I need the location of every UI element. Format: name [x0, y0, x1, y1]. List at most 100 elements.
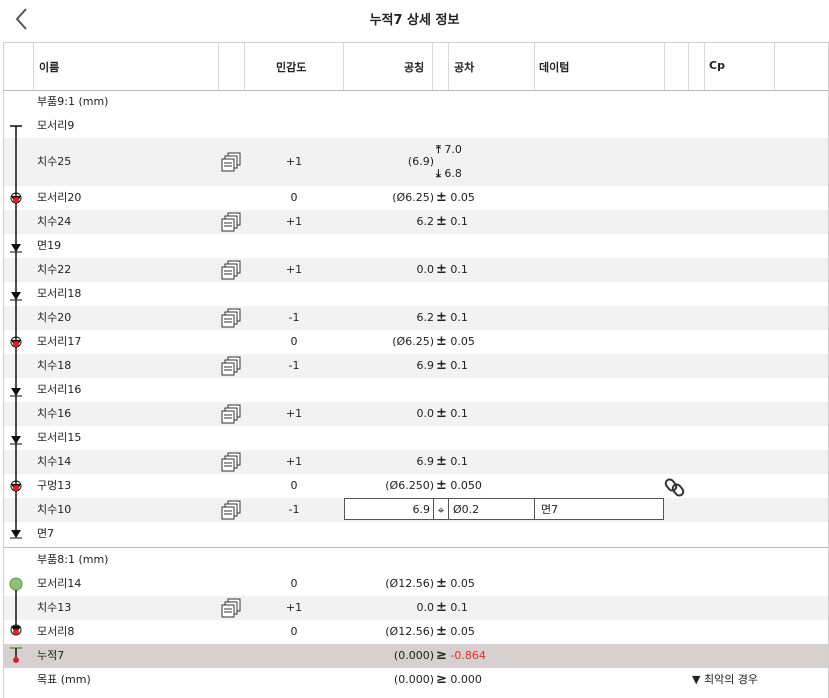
- table-row[interactable]: 치수22 +1 0.0 ± 0.1: [4, 258, 828, 282]
- table-row[interactable]: 구멍13 0 (Ø6.250) ± 0.050: [4, 474, 828, 498]
- row-name: 누적7: [37, 649, 65, 662]
- row-sensitivity: -1: [288, 503, 300, 516]
- column-header-sensitivity[interactable]: 민감도: [276, 59, 306, 75]
- table-row[interactable]: 모서리20 0 (Ø6.25) ± 0.05: [4, 186, 828, 210]
- row-sensitivity: +1: [285, 215, 303, 228]
- copy-pages-icon[interactable]: [220, 260, 242, 280]
- stack-chain-graphic: [9, 577, 23, 663]
- table-row[interactable]: 치수16 +1 0.0 ± 0.1: [4, 402, 828, 426]
- row-name: 모서리15: [37, 431, 82, 444]
- upper-limit: ⤒ 7.0: [436, 143, 462, 156]
- row-sensitivity: 0: [290, 335, 298, 348]
- row-nominal: (Ø6.25): [392, 191, 434, 204]
- row-name: 구멍13: [37, 479, 72, 492]
- table-row[interactable]: 모서리17 0 (Ø6.25) ± 0.05: [4, 330, 828, 354]
- row-tolerance: ± 0.1: [436, 454, 468, 469]
- row-name: 목표 (mm): [37, 673, 91, 686]
- row-sensitivity: 0: [290, 577, 298, 590]
- copy-pages-icon[interactable]: [220, 356, 242, 376]
- row-sensitivity: +1: [285, 407, 303, 420]
- row-name: 치수22: [37, 263, 72, 276]
- table-row[interactable]: 모서리15: [4, 426, 828, 450]
- row-sensitivity: 0: [290, 191, 298, 204]
- row-sensitivity: +1: [285, 455, 303, 468]
- chain-link-icon[interactable]: [664, 476, 686, 498]
- row-name: 모서리9: [37, 119, 75, 132]
- copy-pages-icon[interactable]: [220, 452, 242, 472]
- row-nominal: (0.000): [393, 673, 434, 686]
- datum-field[interactable]: 면7: [534, 498, 664, 520]
- part-label: 부품8:1 (mm): [37, 553, 109, 566]
- row-name: 모서리18: [37, 287, 82, 300]
- row-sensitivity: +1: [285, 263, 303, 276]
- row-nominal: (6.9): [407, 155, 434, 168]
- row-name: 치수10: [37, 503, 72, 516]
- row-nominal: 0.0: [416, 601, 435, 614]
- table-row[interactable]: 면19: [4, 234, 828, 258]
- worst-case-dropdown[interactable]: ▼ 최악의 경우: [692, 668, 758, 692]
- row-tolerance: ± 0.050: [436, 478, 482, 493]
- row-sensitivity: 0: [290, 479, 298, 492]
- table-row[interactable]: 치수10 -1 6.9 ⌖ Ø0.2 면7: [4, 498, 828, 522]
- table-row[interactable]: 치수14 +1 6.9 ± 0.1: [4, 450, 828, 474]
- row-tolerance: ± 0.1: [436, 262, 468, 277]
- page-title: 누적7 상세 정보: [369, 13, 460, 28]
- table-row[interactable]: 치수20 -1 6.2 ± 0.1: [4, 306, 828, 330]
- table-row[interactable]: 모서리14 0 (Ø12.56) ± 0.05: [4, 572, 828, 596]
- copy-pages-icon[interactable]: [220, 152, 242, 172]
- row-sensitivity: +1: [285, 601, 303, 614]
- row-nominal: (Ø6.250): [385, 479, 434, 492]
- target-row[interactable]: 목표 (mm) (0.000) ≥ 0.000 ▼ 최악의 경우: [4, 668, 828, 692]
- row-nominal: 6.9: [416, 455, 435, 468]
- row-name: 치수25: [37, 155, 72, 168]
- copy-pages-icon[interactable]: [220, 500, 242, 520]
- row-name: 치수13: [37, 601, 72, 614]
- column-header-name[interactable]: 이름: [39, 59, 59, 75]
- row-name: 치수24: [37, 215, 72, 228]
- row-name: 치수16: [37, 407, 72, 420]
- column-header-nominal[interactable]: 공칭: [404, 59, 424, 75]
- copy-pages-icon[interactable]: [220, 212, 242, 232]
- row-tolerance: ± 0.1: [436, 310, 468, 325]
- row-nominal: (0.000): [393, 649, 434, 662]
- table-row[interactable]: 면7: [4, 522, 828, 546]
- row-nominal: 0.0: [416, 407, 435, 420]
- detail-table: 이름 민감도 공칭 공차 데이텀 Cp 부품9:1 (mm) 모서리9 치수25…: [3, 42, 829, 698]
- row-nominal: 6.9: [416, 359, 435, 372]
- table-header: 이름 민감도 공칭 공차 데이텀 Cp: [4, 43, 828, 91]
- part-header-row: 부품9:1 (mm): [4, 90, 828, 114]
- row-name: 모서리14: [37, 577, 82, 590]
- row-nominal: 6.2: [416, 215, 435, 228]
- row-nominal: 0.0: [416, 263, 435, 276]
- row-name: 모서리20: [37, 191, 82, 204]
- row-tolerance: ± 0.05: [436, 334, 475, 349]
- row-name: 모서리17: [37, 335, 82, 348]
- table-row[interactable]: 치수24 +1 6.2 ± 0.1: [4, 210, 828, 234]
- row-tolerance: ± 0.05: [436, 576, 475, 591]
- table-row[interactable]: 치수18 -1 6.9 ± 0.1: [4, 354, 828, 378]
- table-row[interactable]: 모서리8 0 (Ø12.56) ± 0.05: [4, 620, 828, 644]
- part-label: 부품9:1 (mm): [37, 95, 109, 108]
- row-name: 모서리8: [37, 625, 75, 638]
- row-sensitivity: +1: [285, 155, 303, 168]
- row-sensitivity: -1: [288, 359, 300, 372]
- table-row[interactable]: 치수25 +1 (6.9) ⤒ 7.0 ⤓ 6.8: [4, 138, 828, 186]
- table-row[interactable]: 모서리18: [4, 282, 828, 306]
- row-name: 면7: [37, 527, 55, 540]
- row-tolerance: ± 0.05: [436, 624, 475, 639]
- table-row[interactable]: 모서리16: [4, 378, 828, 402]
- row-nominal: (Ø12.56): [385, 577, 434, 590]
- stack-result-row[interactable]: 누적7 (0.000) ≥ -0.864: [4, 644, 828, 668]
- lower-limit: ⤓ 6.8: [436, 167, 462, 180]
- column-header-datum[interactable]: 데이텀: [539, 59, 569, 75]
- copy-pages-icon[interactable]: [220, 404, 242, 424]
- column-header-tolerance[interactable]: 공차: [454, 59, 474, 75]
- nominal-input[interactable]: 6.9: [344, 498, 434, 520]
- copy-pages-icon[interactable]: [220, 598, 242, 618]
- row-tolerance: ± 0.1: [436, 600, 468, 615]
- column-header-cp[interactable]: Cp: [709, 59, 725, 72]
- geometric-tolerance-field[interactable]: Ø0.2: [448, 498, 535, 520]
- table-row[interactable]: 치수13 +1 0.0 ± 0.1: [4, 596, 828, 620]
- copy-pages-icon[interactable]: [220, 308, 242, 328]
- table-row[interactable]: 모서리9: [4, 114, 828, 138]
